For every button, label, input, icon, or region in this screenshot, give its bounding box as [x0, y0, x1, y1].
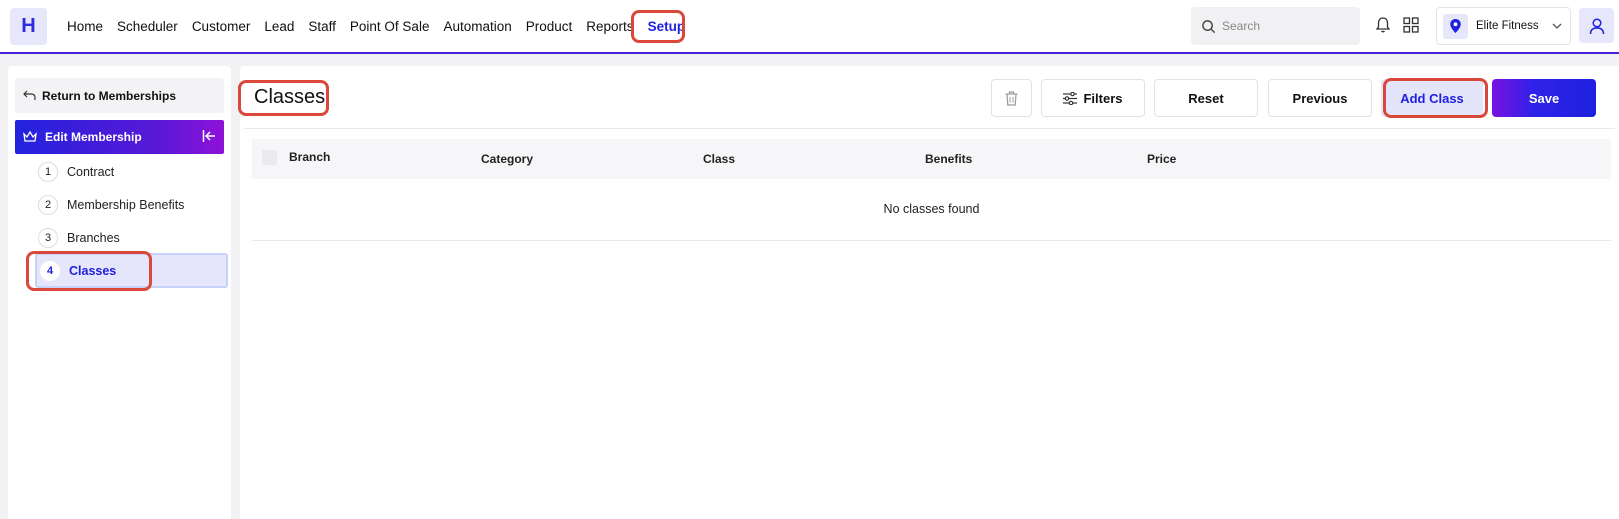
- select-all-checkbox[interactable]: [262, 150, 277, 165]
- step-number: 2: [38, 195, 58, 215]
- main-nav: Home Scheduler Customer Lead Staff Point…: [67, 0, 699, 52]
- return-label: Return to Memberships: [42, 88, 177, 103]
- reset-button[interactable]: Reset: [1154, 79, 1258, 117]
- filter-icon: [1063, 91, 1078, 105]
- nav-product[interactable]: Product: [526, 19, 573, 34]
- nav-lead[interactable]: Lead: [264, 19, 294, 34]
- filters-label: Filters: [1083, 90, 1123, 106]
- nav-setup[interactable]: Setup: [648, 19, 686, 34]
- save-button[interactable]: Save: [1492, 79, 1596, 117]
- edit-membership-header: Edit Membership: [15, 120, 224, 154]
- edit-membership-label: Edit Membership: [45, 130, 142, 144]
- nav-staff[interactable]: Staff: [308, 19, 336, 34]
- nav-customer[interactable]: Customer: [192, 19, 251, 34]
- page-title: Classes: [254, 86, 326, 108]
- column-class[interactable]: Class: [703, 152, 735, 166]
- step-label: Membership Benefits: [67, 198, 185, 212]
- location-pin-icon: [1443, 13, 1468, 39]
- step-label: Branches: [67, 231, 120, 245]
- step-label: Classes: [69, 263, 117, 278]
- nav-automation[interactable]: Automation: [443, 19, 511, 34]
- user-icon[interactable]: [1579, 8, 1614, 43]
- step-number: 1: [38, 162, 58, 182]
- column-branch[interactable]: Branch: [289, 150, 330, 164]
- membership-sidebar: Return to Memberships Edit Membership 1 …: [8, 66, 231, 519]
- step-branches[interactable]: 3 Branches: [38, 226, 120, 250]
- nav-scheduler[interactable]: Scheduler: [117, 19, 178, 34]
- top-navbar: H Home Scheduler Customer Lead Staff Poi…: [0, 0, 1619, 54]
- apps-grid-icon[interactable]: [1403, 17, 1419, 36]
- step-membership-benefits[interactable]: 2 Membership Benefits: [38, 193, 184, 217]
- nav-point-of-sale[interactable]: Point Of Sale: [350, 19, 430, 34]
- add-class-button[interactable]: Add Class: [1381, 79, 1483, 117]
- previous-button[interactable]: Previous: [1268, 79, 1372, 117]
- column-category[interactable]: Category: [481, 152, 533, 166]
- step-number: 3: [38, 228, 58, 248]
- return-to-memberships-button[interactable]: Return to Memberships: [15, 78, 224, 113]
- step-contract[interactable]: 1 Contract: [38, 160, 114, 184]
- chevron-down-icon: [1552, 21, 1562, 34]
- trash-icon: [1005, 90, 1018, 106]
- nav-reports[interactable]: Reports: [586, 19, 633, 34]
- search-icon: [1202, 19, 1216, 33]
- filters-button[interactable]: Filters: [1041, 79, 1145, 117]
- column-benefits[interactable]: Benefits: [925, 152, 972, 166]
- column-price[interactable]: Price: [1147, 152, 1176, 166]
- nav-home[interactable]: Home: [67, 19, 103, 34]
- collapse-icon[interactable]: [202, 129, 216, 146]
- crown-icon: [23, 131, 37, 142]
- header-divider: [244, 128, 1615, 129]
- delete-button[interactable]: [991, 79, 1032, 117]
- empty-state-message: No classes found: [252, 179, 1611, 241]
- bell-icon[interactable]: [1375, 16, 1391, 37]
- back-arrow-icon: [23, 90, 36, 100]
- search-input[interactable]: Search: [1191, 7, 1360, 45]
- search-placeholder: Search: [1222, 19, 1261, 33]
- classes-table-header: Branch Category Class Benefits Price: [252, 139, 1611, 179]
- classes-panel: Classes Filters Reset Previous Add Class…: [238, 66, 1619, 519]
- step-label: Contract: [67, 165, 115, 179]
- branch-name: Elite Fitness: [1476, 20, 1539, 32]
- app-logo[interactable]: H: [10, 8, 47, 45]
- step-number: 4: [40, 260, 60, 281]
- branch-selector[interactable]: Elite Fitness: [1436, 7, 1571, 45]
- step-classes[interactable]: 4 Classes: [35, 253, 228, 288]
